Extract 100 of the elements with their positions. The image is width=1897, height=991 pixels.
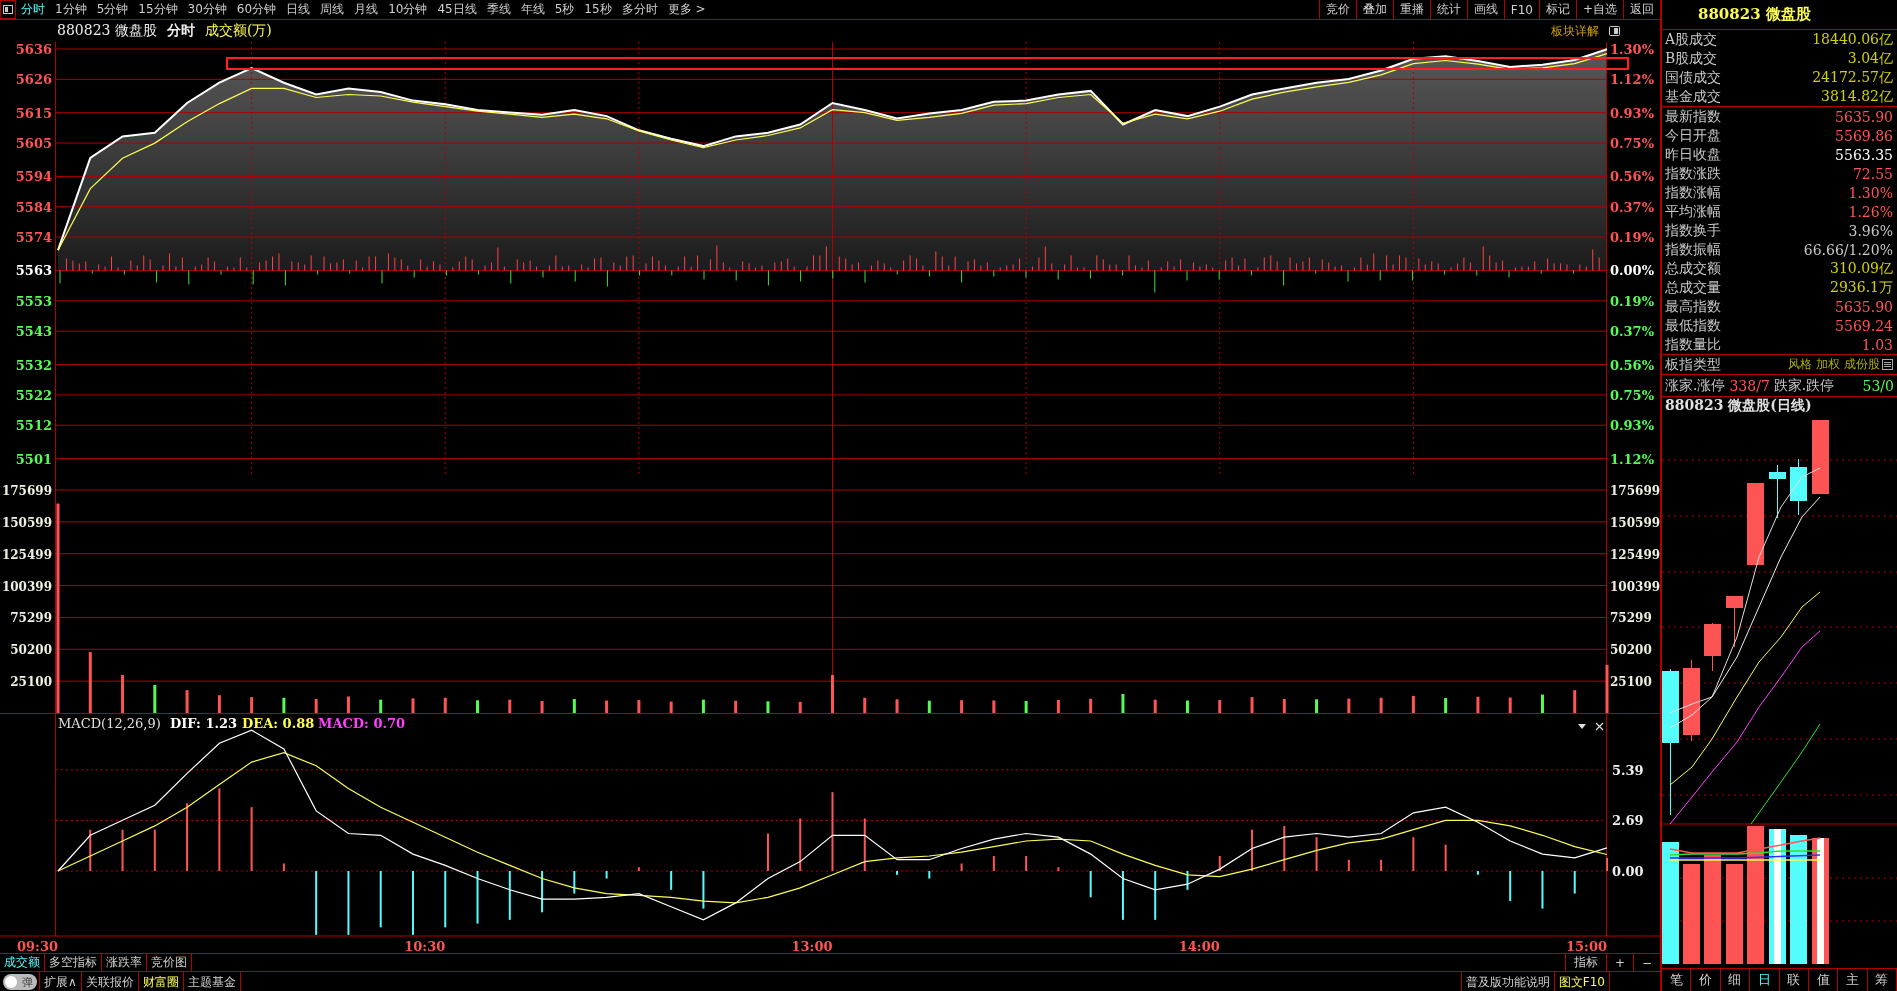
indicator-tab[interactable]: 竞价图: [147, 954, 192, 971]
percent-axis-label: 0.19%: [1610, 230, 1654, 246]
bottom-link[interactable]: 关联报价: [81, 972, 139, 991]
indicator-tool-button[interactable]: +: [1605, 954, 1633, 971]
volume-bar: [476, 700, 479, 713]
period-tab[interactable]: 周线: [315, 0, 350, 19]
macd-bar: [766, 833, 769, 871]
macd-bar: [1218, 856, 1221, 871]
indicator-tab[interactable]: 成交额: [0, 954, 45, 971]
period-tab[interactable]: 日线: [281, 0, 316, 19]
macd-bar: [1412, 837, 1415, 871]
percent-axis-label: 0.75%: [1610, 136, 1654, 152]
volume-bar: [766, 701, 770, 713]
quote-label: 基金成交: [1665, 87, 1721, 106]
price-axis-label: 5605: [15, 136, 52, 152]
quote-value: 72.55: [1852, 165, 1893, 182]
volume-bar: [1508, 697, 1512, 713]
price-axis-label: 5584: [15, 199, 52, 215]
percent-axis-label: 0.19%: [1610, 293, 1654, 309]
bottom-link[interactable]: 普及版功能说明: [1460, 972, 1555, 991]
period-tab[interactable]: 15秒: [579, 0, 617, 19]
sidebar-toggle-icon[interactable]: [0, 0, 16, 19]
quote-label: A股成交: [1665, 30, 1718, 49]
toolbar-button[interactable]: +自选: [1575, 0, 1623, 19]
macd-bar: [250, 807, 253, 871]
macd-bar: [347, 871, 350, 935]
panel-tab[interactable]: 价: [1691, 969, 1721, 991]
period-tab[interactable]: 年线: [515, 0, 550, 19]
volume-bar: [185, 690, 189, 713]
toolbar-button[interactable]: F10: [1503, 0, 1539, 19]
volume-bar: [1089, 698, 1093, 713]
quote-value: 2936.1万: [1830, 278, 1893, 297]
period-tab[interactable]: 分时: [16, 0, 50, 19]
volume-bar: [1379, 697, 1383, 713]
quote-value: 5569.86: [1835, 127, 1893, 144]
panel-tab[interactable]: 主: [1838, 969, 1868, 991]
quote-value: 5635.90: [1835, 108, 1893, 125]
macd-bar: [476, 871, 479, 924]
panel-icon[interactable]: [1609, 26, 1620, 36]
macd-bar: [573, 871, 576, 894]
price-axis-label: 5512: [15, 418, 52, 434]
period-tab[interactable]: 30分钟: [182, 0, 232, 19]
period-tab[interactable]: 5分钟: [91, 0, 134, 19]
macd-bar: [1380, 859, 1383, 871]
volume-bar: [1605, 664, 1609, 713]
volume-bar: [960, 700, 964, 713]
price-axis-label: 5636: [15, 42, 52, 57]
toolbar-button[interactable]: 画线: [1466, 0, 1504, 19]
dropdown-icon[interactable]: [1578, 724, 1586, 729]
period-tab[interactable]: 更多 >: [662, 0, 711, 19]
panel-tab[interactable]: 日: [1750, 969, 1780, 991]
period-tab[interactable]: 季线: [481, 0, 516, 19]
period-tab[interactable]: 5秒: [549, 0, 580, 19]
volume-axis-label: 50200: [1610, 643, 1652, 658]
panel-tab[interactable]: 联: [1779, 969, 1809, 991]
toolbar-button[interactable]: 标记: [1538, 0, 1576, 19]
indicator-tool-button[interactable]: 指标: [1564, 954, 1606, 971]
toolbar-button[interactable]: 统计: [1429, 0, 1467, 19]
toolbar-button[interactable]: 重播: [1392, 0, 1430, 19]
percent-axis-label: 0.93%: [1610, 418, 1654, 434]
bottom-link[interactable]: 扩展∧: [40, 972, 82, 991]
price-axis-label: 5532: [15, 357, 52, 373]
period-tab[interactable]: 1分钟: [50, 0, 92, 19]
panel-tab[interactable]: 值: [1808, 969, 1839, 991]
period-tab[interactable]: 15分钟: [133, 0, 183, 19]
macd-bar: [896, 871, 899, 875]
indicator-tab[interactable]: 涨跌率: [102, 954, 147, 971]
volume-bar: [346, 696, 350, 713]
quote-label: 指数涨幅: [1665, 183, 1721, 202]
bottom-link[interactable]: 图文F10: [1554, 972, 1610, 991]
panel-tab[interactable]: 细: [1720, 969, 1751, 991]
period-tab[interactable]: 10分钟: [383, 0, 433, 19]
quote-label: 指数换手: [1665, 221, 1721, 240]
list-icon[interactable]: [1882, 359, 1893, 370]
volume-bar: [927, 700, 931, 713]
indicator-tool-button[interactable]: −: [1632, 954, 1660, 971]
period-tab[interactable]: 45日线: [432, 0, 482, 19]
toolbar-button[interactable]: 叠加: [1355, 0, 1393, 19]
indicator-tab[interactable]: 多空指标: [45, 954, 102, 971]
macd-bar: [637, 867, 640, 871]
bottom-link[interactable]: 财富圈: [138, 972, 184, 991]
period-tab[interactable]: 60分钟: [231, 0, 282, 19]
popup-toggle[interactable]: 弹: [2, 973, 37, 990]
bottom-link[interactable]: 主题基金: [183, 972, 241, 991]
volume-bar: [1347, 698, 1351, 713]
period-tab[interactable]: 多分时: [616, 0, 663, 19]
close-icon[interactable]: [1595, 722, 1604, 731]
panel-tab[interactable]: 筹: [1867, 969, 1897, 991]
panel-tab[interactable]: 笔: [1662, 969, 1692, 991]
detail-link[interactable]: 板块详解: [1551, 22, 1599, 40]
macd-bar: [1444, 844, 1447, 871]
toolbar-button[interactable]: 竞价: [1318, 0, 1356, 19]
price-axis-label: 5553: [15, 293, 52, 309]
quote-label: 最新指数: [1665, 107, 1721, 126]
volume-axis-label: 150599: [1610, 515, 1660, 530]
volume-bar: [282, 697, 286, 713]
period-tab[interactable]: 月线: [349, 0, 384, 19]
toolbar-button[interactable]: 返回: [1623, 0, 1660, 19]
volume-bar: [798, 701, 802, 713]
percent-axis-label: 0.00%: [1610, 263, 1654, 279]
